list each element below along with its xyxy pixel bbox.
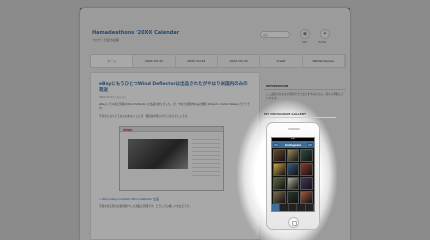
post-body-3: 写真を見る限りは前回紹介した商品と同様です。どうしても欲しい方はどうぞ。 (99, 204, 192, 208)
rss-icon[interactable]: ◉ (300, 29, 310, 39)
main-nav: ホーム 20XX Vol.41 20XX Vol.42 20XX Vol.43 … (90, 54, 346, 68)
phone-tab-bar (272, 204, 314, 211)
post-body-2: 不具合になりそうなものをなくしたが、発送先が限られているのでしょうか。 (99, 115, 190, 119)
phone-speaker (288, 128, 300, 130)
search-input[interactable]: 検索 (260, 31, 290, 38)
nav-item-vol42[interactable]: 20XX Vol.42 (176, 55, 218, 67)
nav-item-vol43[interactable]: 20XX Vol.43 (218, 55, 261, 67)
post-body: eBay にて以前と同様のWind Deflector の出品がありました。が、… (99, 103, 250, 111)
photo-thumbnail[interactable] (273, 163, 286, 176)
site-subtitle: ブログ / 日記の記録 (92, 38, 119, 42)
nav-item-wordpress[interactable]: WP/Wordpress (303, 55, 345, 67)
iphone-widget[interactable]: 9:41 Instagram (266, 122, 320, 230)
phone-screen: 9:41 Instagram (271, 137, 315, 212)
camera-button[interactable] (306, 142, 313, 147)
instagram-header: Instagram (272, 141, 314, 148)
twitter-label: Twitter (318, 41, 327, 44)
rss-label: RSS (302, 41, 307, 44)
info-heading: INFORMATION (264, 72, 346, 90)
tab-explore[interactable] (280, 204, 289, 211)
screenshot-browser-bar (120, 126, 223, 132)
site-title[interactable]: Hamadeathons '20XX Calendar (92, 30, 179, 36)
photo-thumbnail[interactable] (286, 191, 300, 204)
post-link[interactable]: » http://ebay.com/item Wind Deflector 出品 (99, 197, 251, 201)
photo-thumbnail[interactable] (273, 149, 286, 162)
photo-thumbnail[interactable] (286, 163, 300, 176)
info-text: ここ最近はなかなか更新できておらずすみません。徐々に再開していきます。 (266, 93, 344, 100)
nav-item-credit[interactable]: Credit (260, 55, 303, 67)
tab-profile[interactable] (306, 204, 314, 211)
photo-grid (272, 148, 314, 205)
photo-thumbnail[interactable] (300, 191, 313, 204)
tab-home[interactable] (272, 204, 281, 211)
post-meta: 20XX.XX.XX / カテゴリ (99, 96, 127, 99)
tab-camera[interactable] (289, 204, 298, 211)
product-photo (128, 138, 188, 169)
photo-thumbnail[interactable] (273, 177, 286, 190)
photo-thumbnail[interactable] (286, 149, 300, 162)
photo-thumbnail[interactable] (300, 177, 313, 190)
twitter-icon[interactable]: ✦ (320, 29, 330, 39)
home-button[interactable] (288, 217, 299, 228)
photo-thumbnail[interactable] (286, 177, 300, 190)
ebay-logo: ebay (123, 127, 133, 132)
refresh-button[interactable] (273, 142, 279, 147)
nav-item-home[interactable]: ホーム (91, 55, 134, 67)
instagram-title: Instagram (284, 142, 302, 147)
nav-item-vol41[interactable]: 20XX Vol.41 (133, 55, 176, 67)
listing-text-lines (192, 138, 220, 179)
tab-news[interactable] (297, 204, 306, 211)
photo-thumbnail[interactable] (273, 191, 286, 204)
photo-thumbnail[interactable] (300, 149, 313, 162)
photo-thumbnail[interactable] (300, 163, 313, 176)
gallery-heading: MY INSTAGRAM GALLERY (264, 112, 336, 118)
post-title[interactable]: eBayにもうひとつWind Deflectorは出品されたがやはり米国内のみの… (99, 81, 251, 93)
post-screenshot-image[interactable]: ebay (119, 125, 224, 191)
main-content: eBayにもうひとつWind Deflectorは出品されたがやはり米国内のみの… (90, 72, 260, 240)
